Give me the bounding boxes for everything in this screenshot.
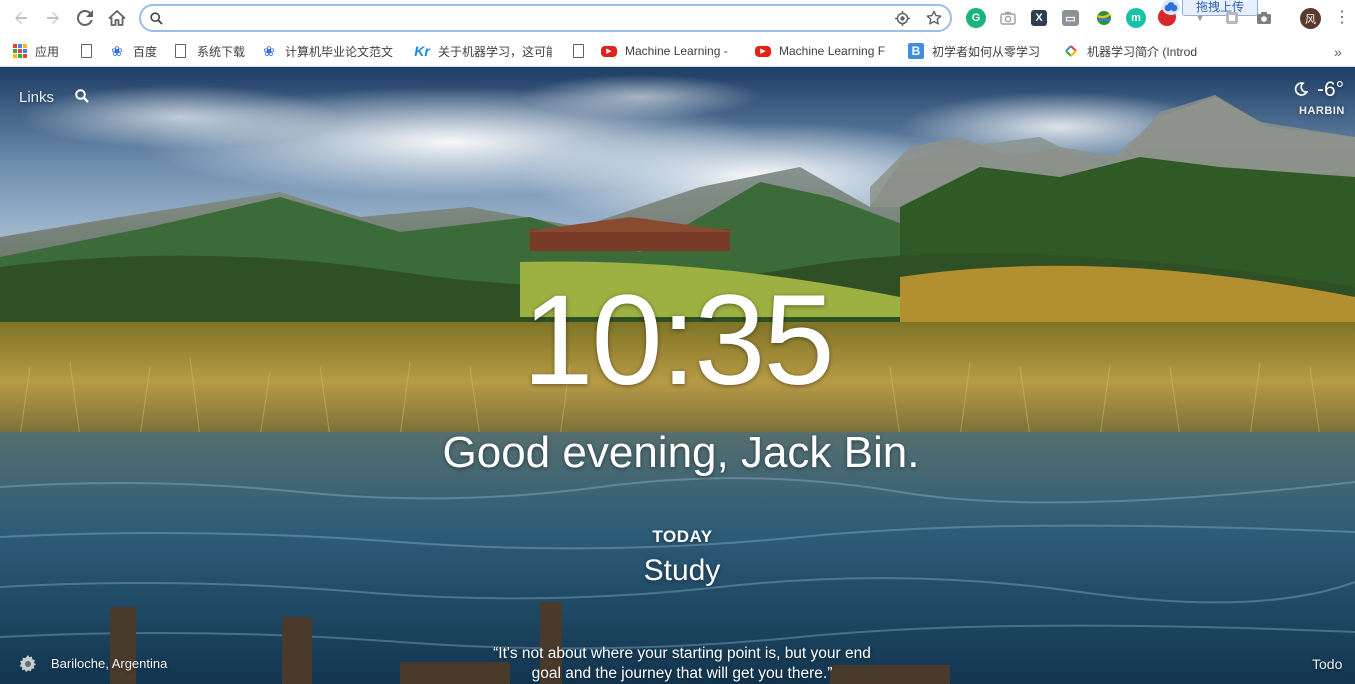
bookmark-youtube-ml-2[interactable]: ▶ Machine Learning F (755, 42, 891, 60)
bookmarks-bar: 应用 ❀ 百度 系统下载 ❀ 计算机毕业论文范文 Kr 关于机器学习，这可能 ▶… (0, 36, 1355, 67)
baidu-paw-icon: ❀ (263, 42, 275, 59)
bookmark-blank-page-2[interactable] (571, 42, 595, 60)
moon-icon[interactable] (1294, 82, 1309, 100)
bookmark-blank-page[interactable] (79, 42, 103, 60)
baidu-paw-icon: ❀ (111, 42, 123, 59)
gear-icon[interactable] (19, 655, 37, 673)
bookmark-ml-article[interactable]: Kr 关于机器学习，这可能 (414, 42, 552, 60)
tablet-extension-icon[interactable]: ▭ (1062, 10, 1079, 26)
address-bar[interactable] (139, 4, 952, 32)
page-icon (81, 44, 92, 58)
location-target-icon[interactable] (886, 10, 918, 26)
bookmark-beginner[interactable]: B 初学者如何从零学习 (908, 42, 1046, 60)
focus-task[interactable]: Study (0, 554, 1355, 588)
chevron-down-extension-icon[interactable]: ▾ (1190, 8, 1210, 28)
bookmark-youtube-ml-1[interactable]: ▶ Machine Learning - (601, 42, 738, 60)
bookmark-label: 关于机器学习，这可能 (438, 44, 552, 59)
photo-location[interactable]: Bariloche, Argentina (51, 656, 167, 671)
bookmark-label: 机器学习简介 (Introd (1087, 44, 1198, 59)
focus-label: TODAY (652, 527, 713, 546)
youtube-icon: ▶ (601, 45, 617, 57)
weather-location: HARBIN (1299, 105, 1345, 117)
apps-grid-icon (13, 44, 27, 58)
temperature[interactable]: -6° (1317, 78, 1344, 102)
kr-icon: Kr (414, 43, 430, 59)
b-icon: B (908, 43, 924, 59)
bookmark-label: 百度 (133, 44, 158, 59)
search-icon (141, 11, 171, 25)
links-button[interactable]: Links (19, 89, 54, 106)
bookmark-ml-intro[interactable]: 机器学习简介 (Introd (1063, 42, 1200, 60)
cloud-upload-icon[interactable] (1162, 0, 1180, 15)
page-icon (573, 44, 584, 58)
browser-toolbar: G X ▭ m 拖拽上传 ▾ 风 ⋮ (0, 0, 1355, 36)
clock[interactable]: 10:35 (0, 277, 1355, 405)
bookmark-label: 初学者如何从零学习 (932, 44, 1041, 59)
screenshot-camera-icon[interactable] (1254, 8, 1274, 28)
new-tab-page: Links -6° HARBIN 10:35 Good evening, Jac… (0, 67, 1355, 684)
address-input[interactable] (171, 10, 886, 26)
greeting[interactable]: Good evening, Jack Bin. (0, 428, 1355, 478)
x-extension-icon[interactable]: X (1031, 10, 1047, 26)
grey-square-extension-icon[interactable] (1222, 8, 1242, 28)
globe-extension-icon[interactable] (1094, 8, 1114, 28)
bookmark-thesis[interactable]: ❀ 计算机毕业论文范文 (261, 42, 398, 60)
bookmark-label: 计算机毕业论文范文 (285, 44, 394, 59)
reload-icon (77, 10, 93, 26)
search-icon[interactable] (75, 89, 91, 105)
arrow-right-icon (47, 12, 59, 24)
grammarly-extension-icon[interactable]: G (966, 8, 986, 28)
page-icon (175, 44, 186, 58)
bookmark-label: Machine Learning - (625, 44, 728, 58)
forward-button[interactable] (37, 2, 69, 34)
quote[interactable]: “It's not about where your starting poin… (480, 644, 884, 684)
reload-button[interactable] (69, 2, 101, 34)
bookmarks-overflow-icon[interactable]: » (1334, 44, 1342, 60)
kebab-menu-icon[interactable]: ⋮ (1333, 7, 1351, 29)
bookmark-label: Machine Learning F (779, 44, 886, 58)
bookmark-label: 应用 (35, 44, 60, 59)
back-button[interactable] (5, 2, 37, 34)
google-icon (1063, 43, 1079, 59)
bookmark-star-icon[interactable] (918, 10, 950, 26)
youtube-icon: ▶ (755, 45, 771, 57)
todo-button[interactable]: Todo (1312, 656, 1342, 672)
home-icon (108, 10, 126, 26)
bookmark-system-download[interactable]: 系统下载 (173, 42, 245, 60)
profile-avatar[interactable]: 风 (1300, 8, 1321, 29)
arrow-left-icon (15, 12, 27, 24)
home-button[interactable] (101, 2, 133, 34)
bookmark-label: 系统下载 (197, 44, 246, 59)
bookmark-apps[interactable]: 应用 (13, 42, 59, 60)
camera-extension-icon[interactable] (998, 8, 1018, 28)
bookmark-baidu[interactable]: ❀ 百度 (109, 42, 157, 60)
m-extension-icon[interactable]: m (1126, 8, 1146, 28)
